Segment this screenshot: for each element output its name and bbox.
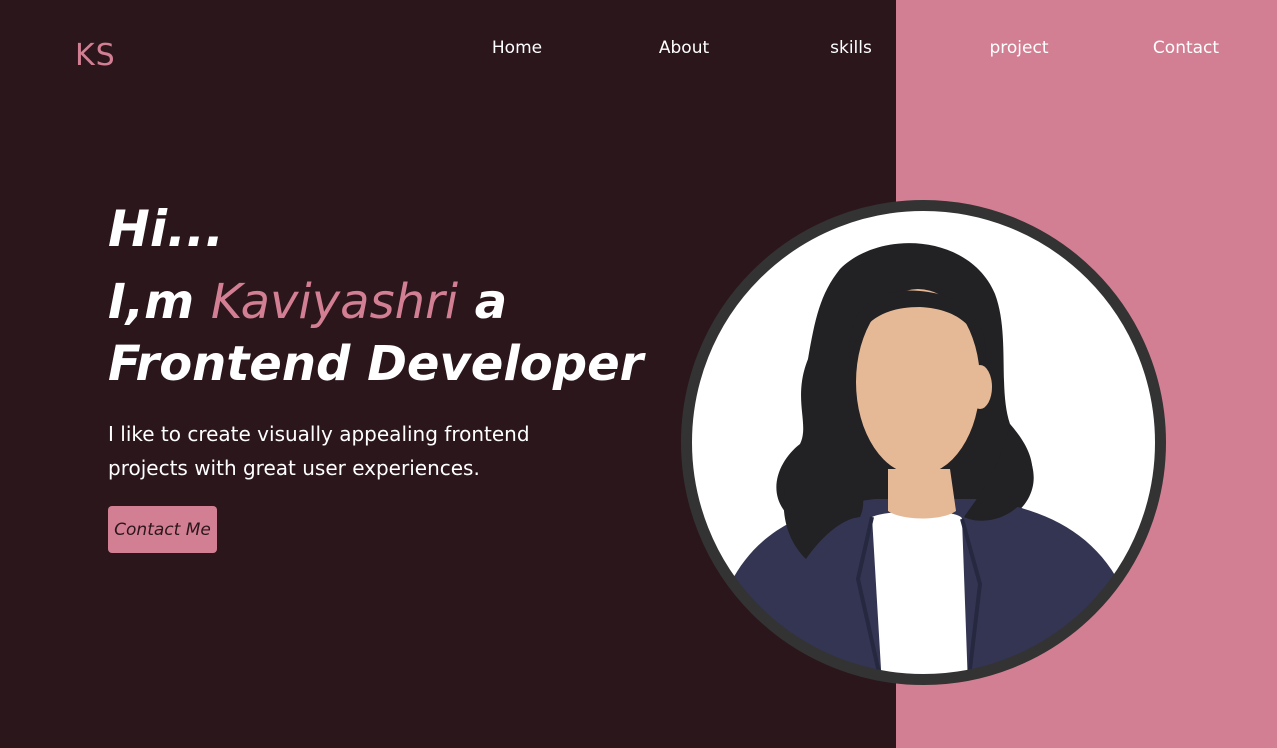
hero-intro-suffix: a [458, 274, 508, 330]
hero-intro-prefix: I,m [108, 274, 211, 330]
nav-item-about[interactable]: About [659, 38, 709, 58]
nav-item-home[interactable]: Home [492, 38, 542, 58]
hero-description: I like to create visually appealing fron… [108, 422, 530, 480]
site-logo[interactable]: KS [75, 38, 116, 73]
woman-illustration-icon [681, 200, 1166, 685]
nav-item-contact[interactable]: Contact [1153, 38, 1219, 58]
hero-intro-line: I,m Kaviyashri a [108, 272, 507, 332]
hero-greeting: Hi... [108, 200, 224, 258]
avatar [680, 199, 1167, 686]
hero-name: Kaviyashri [210, 274, 459, 330]
contact-me-button[interactable]: Contact Me [108, 506, 217, 553]
nav-item-skills[interactable]: skills [830, 38, 872, 58]
hero-role: Frontend Developer [108, 336, 644, 392]
nav-item-project[interactable]: project [989, 38, 1048, 58]
